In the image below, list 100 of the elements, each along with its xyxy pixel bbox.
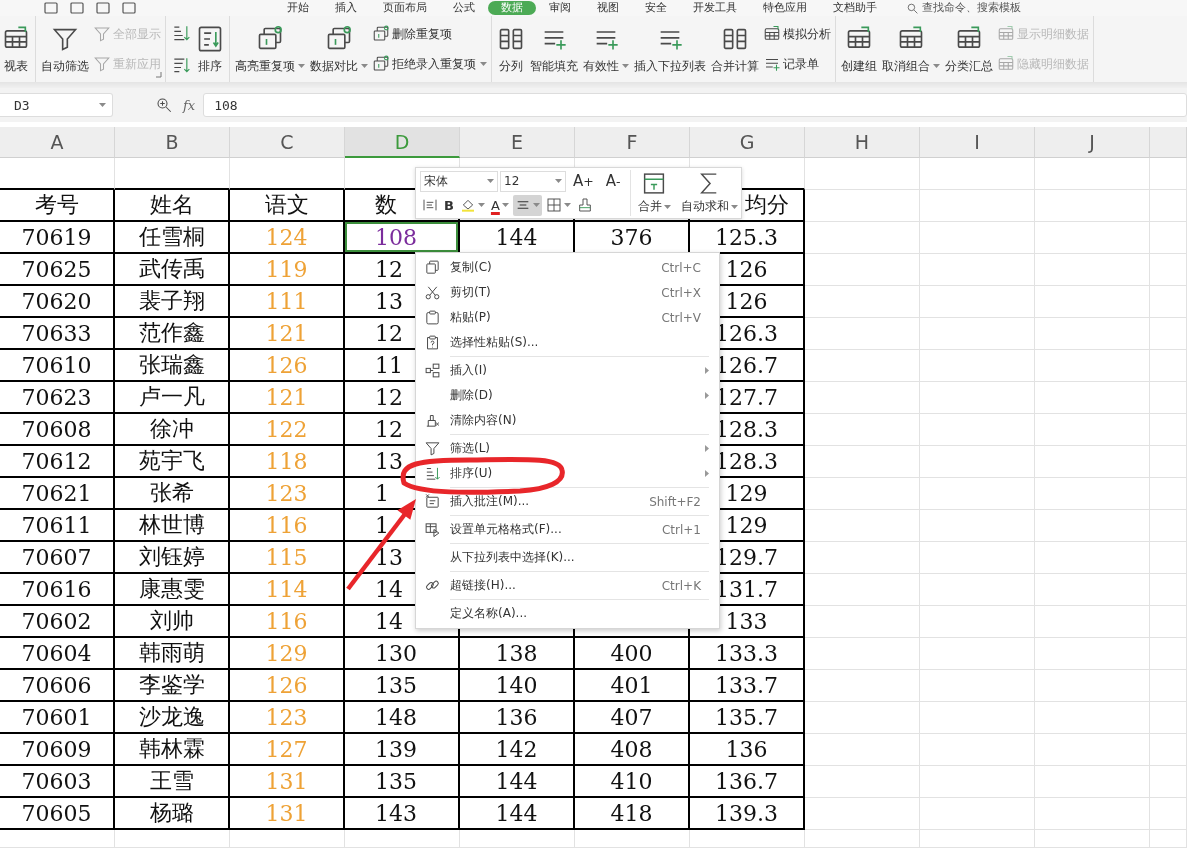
empty-cell <box>1150 766 1187 798</box>
table-cell: 70619 <box>0 222 115 254</box>
ribbon-tab[interactable]: 文档助手 <box>820 1 890 15</box>
table-cell: 124 <box>230 222 345 254</box>
empty-cell <box>1150 542 1187 574</box>
ribbon-tab[interactable]: 开发工具 <box>680 1 750 15</box>
bold-button[interactable]: B <box>442 194 456 216</box>
ribbon-button[interactable]: 拒绝录入重复项 <box>371 53 488 75</box>
function-label[interactable]: fx <box>183 97 196 113</box>
ribbon-button[interactable]: 数据对比 <box>308 21 370 77</box>
caret-icon <box>663 204 671 209</box>
column-header[interactable]: F <box>575 127 690 158</box>
table-cell: 116 <box>230 510 345 542</box>
table-cell: 70601 <box>0 702 115 734</box>
ribbon-button[interactable]: 高亮重复项 <box>233 21 307 77</box>
copies-icon <box>372 55 390 73</box>
empty-cell <box>1150 734 1187 766</box>
table-cell: 70612 <box>0 446 115 478</box>
copies-icon <box>372 25 390 43</box>
table-cell: 133.7 <box>690 670 805 702</box>
table-cell: 70603 <box>0 766 115 798</box>
table-cell: 123 <box>230 478 345 510</box>
align-button[interactable] <box>512 194 542 216</box>
search-field[interactable]: 查找命令、搜索模板 <box>906 1 1052 15</box>
ribbon-button[interactable]: 智能填充 <box>528 21 580 77</box>
table-cell: 130 <box>345 638 460 670</box>
bucket-icon <box>459 197 476 213</box>
ribbon-button[interactable]: 有效性 <box>581 21 631 77</box>
scissors-icon <box>424 284 441 301</box>
ribbon-button[interactable]: 视表 <box>0 21 32 77</box>
table-cell: 144 <box>460 798 575 830</box>
clipboard-icon <box>424 334 441 351</box>
table-cell: 70602 <box>0 606 115 638</box>
ribbon-button[interactable]: 模拟分析 <box>762 23 832 45</box>
table-cell: 144 <box>460 766 575 798</box>
column-header[interactable]: E <box>460 127 575 158</box>
table-cell: 康惠雯 <box>115 574 230 606</box>
ribbon-tab[interactable]: 公式 <box>440 1 488 15</box>
ribbon-button[interactable]: 删除重复项 <box>371 23 488 45</box>
column-header[interactable]: J <box>1035 127 1150 158</box>
copy-icon <box>424 259 441 276</box>
column-header[interactable]: H <box>805 127 920 158</box>
ribbon-tab[interactable]: 视图 <box>584 1 632 15</box>
merge-button[interactable]: 合并 <box>634 170 674 216</box>
table-cell: 70604 <box>0 638 115 670</box>
table-cell: 范作鑫 <box>115 318 230 350</box>
ribbon-tab[interactable]: 开始 <box>274 1 322 15</box>
toolbar-icon[interactable] <box>96 2 110 14</box>
table-header-cell: 考号 <box>0 190 115 222</box>
empty-cell <box>1150 830 1187 848</box>
column-header[interactable]: B <box>115 127 230 158</box>
funnel-icon <box>424 440 441 457</box>
size-select[interactable]: 12 <box>500 170 566 192</box>
formula-field[interactable]: 108 <box>203 93 1187 117</box>
table-cell: 70616 <box>0 574 115 606</box>
empty-cell <box>1150 286 1187 318</box>
ribbon-tab[interactable]: 安全 <box>632 1 680 15</box>
caret-icon <box>298 64 305 68</box>
table-cell: 刘帅 <box>115 606 230 638</box>
table-cell: 王雪 <box>115 766 230 798</box>
font-color-button[interactable]: A <box>488 194 511 216</box>
table-cell: 127 <box>230 734 345 766</box>
table-cell: 70610 <box>0 350 115 382</box>
ribbon-button[interactable]: 自动筛选 <box>39 21 91 77</box>
empty-cell <box>1150 638 1187 670</box>
column-header[interactable]: G <box>690 127 805 158</box>
ribbon-tab[interactable]: 审阅 <box>536 1 584 15</box>
toolbar-icon[interactable] <box>122 2 136 14</box>
ribbon-button[interactable]: 合并计算 <box>709 21 761 77</box>
toolbar-icon[interactable] <box>70 2 84 14</box>
ribbon-button[interactable]: 记录单 <box>762 53 832 75</box>
zoom-icon <box>155 96 173 114</box>
table-cell: 118 <box>230 446 345 478</box>
ribbon-button[interactable]: 插入下拉列表 <box>632 21 708 77</box>
ribbon-button[interactable]: 分类汇总 <box>943 21 995 77</box>
column-header[interactable]: I <box>920 127 1035 158</box>
toolbar-icon[interactable] <box>44 2 58 14</box>
table-cell: 407 <box>575 702 690 734</box>
ribbon-button[interactable]: 取消组合 <box>880 21 942 77</box>
ribbon-button[interactable]: 创建组 <box>839 21 879 77</box>
empty-cell <box>1150 222 1187 254</box>
font-select[interactable]: 宋体 <box>420 170 498 192</box>
comment-icon <box>424 493 441 510</box>
name-box[interactable]: D3 <box>0 93 113 117</box>
column-header[interactable]: A <box>0 127 115 158</box>
table-cell: 70621 <box>0 478 115 510</box>
empty-cell <box>1150 190 1187 222</box>
caret-icon <box>477 203 485 207</box>
caret-icon <box>99 103 106 107</box>
ribbon-tab[interactable]: 特色应用 <box>750 1 820 15</box>
ribbon-button[interactable]: 分列 <box>495 21 527 77</box>
eraser-icon <box>424 412 441 429</box>
caret-icon <box>487 179 494 183</box>
launcher-icon[interactable] <box>156 72 162 78</box>
ribbon-tab[interactable]: 页面布局 <box>370 1 440 15</box>
table-cell: 韩雨萌 <box>115 638 230 670</box>
table-icon <box>997 25 1015 43</box>
table-cell: 140 <box>460 670 575 702</box>
ribbon-button[interactable]: 排序 <box>194 21 226 77</box>
ribbon-tab[interactable]: 插入 <box>322 1 370 15</box>
